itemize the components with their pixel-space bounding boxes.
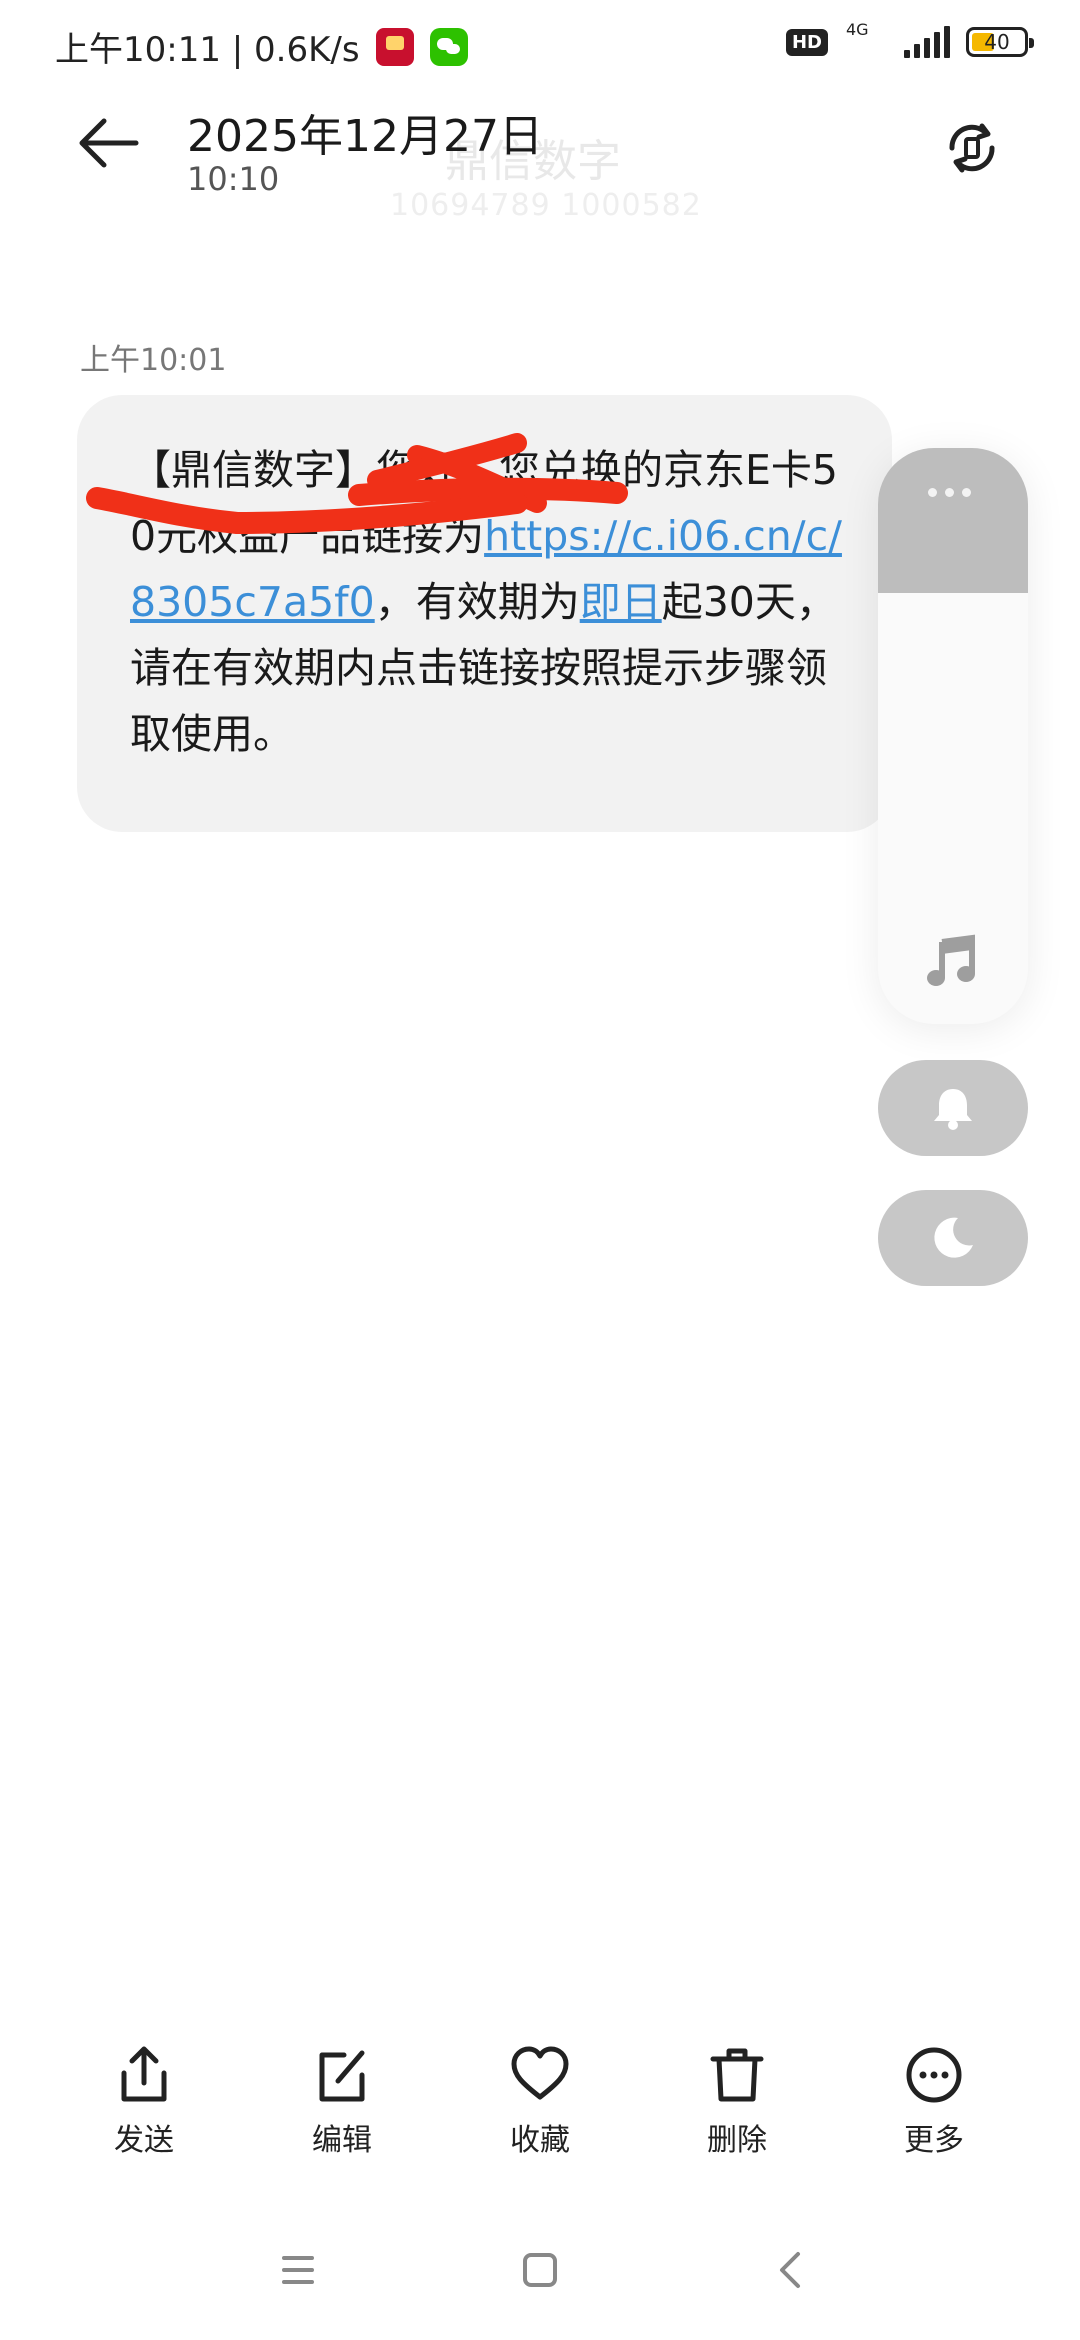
network-label: 4G	[846, 20, 869, 39]
more-dots-icon[interactable]	[928, 488, 971, 497]
bell-button[interactable]	[878, 1060, 1028, 1156]
app-notification-icon	[375, 27, 414, 66]
page-title-date: 2025年12月27日	[187, 111, 543, 162]
edit-label: 编辑	[312, 2123, 372, 2158]
message-text-middle: ，有效期为	[374, 578, 580, 626]
bottom-toolbar: 发送 编辑 收藏 删除 更多	[0, 2045, 1080, 2175]
bell-icon	[934, 1089, 972, 1130]
trash-icon	[710, 2048, 764, 2102]
back-arrow-icon[interactable]	[78, 115, 140, 171]
network-type: 4G	[844, 20, 888, 60]
more-button[interactable]: 更多	[874, 2045, 994, 2159]
music-note-icon[interactable]	[926, 934, 980, 988]
signal-icon	[904, 26, 950, 58]
moon-icon	[934, 1217, 973, 1258]
hd-badge: HD	[785, 28, 828, 56]
date-link[interactable]: 即日	[580, 578, 662, 626]
rotate-screen-icon[interactable]	[942, 118, 1002, 178]
system-nav-bar	[0, 2240, 1080, 2300]
more-icon	[906, 2047, 962, 2103]
quick-panel[interactable]	[878, 448, 1028, 1024]
share-icon	[121, 2046, 167, 2102]
send-label: 发送	[114, 2123, 174, 2158]
favorite-button[interactable]: 收藏	[480, 2045, 600, 2159]
favorite-label: 收藏	[510, 2123, 570, 2158]
status-bar: 上午10:11 | 0.6K/s HD 4G 40	[0, 0, 1080, 90]
more-label: 更多	[904, 2123, 964, 2158]
message-text[interactable]: 【鼎信数字】您好，您兑换的京东E卡50元权益产品链接为https://c.i06…	[130, 437, 842, 767]
message-timestamp: 上午10:01	[80, 343, 227, 378]
message-bubble[interactable]: 【鼎信数字】您好，您兑换的京东E卡50元权益产品链接为https://c.i06…	[77, 395, 892, 832]
edit-button[interactable]: 编辑	[282, 2045, 402, 2159]
delete-button[interactable]: 删除	[677, 2045, 797, 2159]
wechat-icon	[429, 27, 468, 66]
delete-label: 删除	[707, 2123, 767, 2158]
heart-icon	[511, 2046, 569, 2100]
send-button[interactable]: 发送	[84, 2045, 204, 2159]
status-right: HD 4G 40	[785, 20, 1034, 60]
battery-icon: 40	[966, 27, 1034, 57]
status-time-speed: 上午10:11 | 0.6K/s	[55, 30, 360, 70]
home-icon[interactable]	[520, 2250, 560, 2290]
sender-number: 10694789 1000582	[390, 188, 702, 223]
moon-button[interactable]	[878, 1190, 1028, 1286]
edit-icon	[319, 2050, 365, 2102]
status-left: 上午10:11 | 0.6K/s	[55, 22, 468, 71]
battery-level: 40	[984, 30, 1010, 54]
back-nav-icon[interactable]	[770, 2250, 810, 2290]
menu-icon[interactable]	[278, 2250, 318, 2290]
header-time: 10:10	[187, 160, 280, 198]
panel-handle[interactable]	[878, 448, 1028, 593]
